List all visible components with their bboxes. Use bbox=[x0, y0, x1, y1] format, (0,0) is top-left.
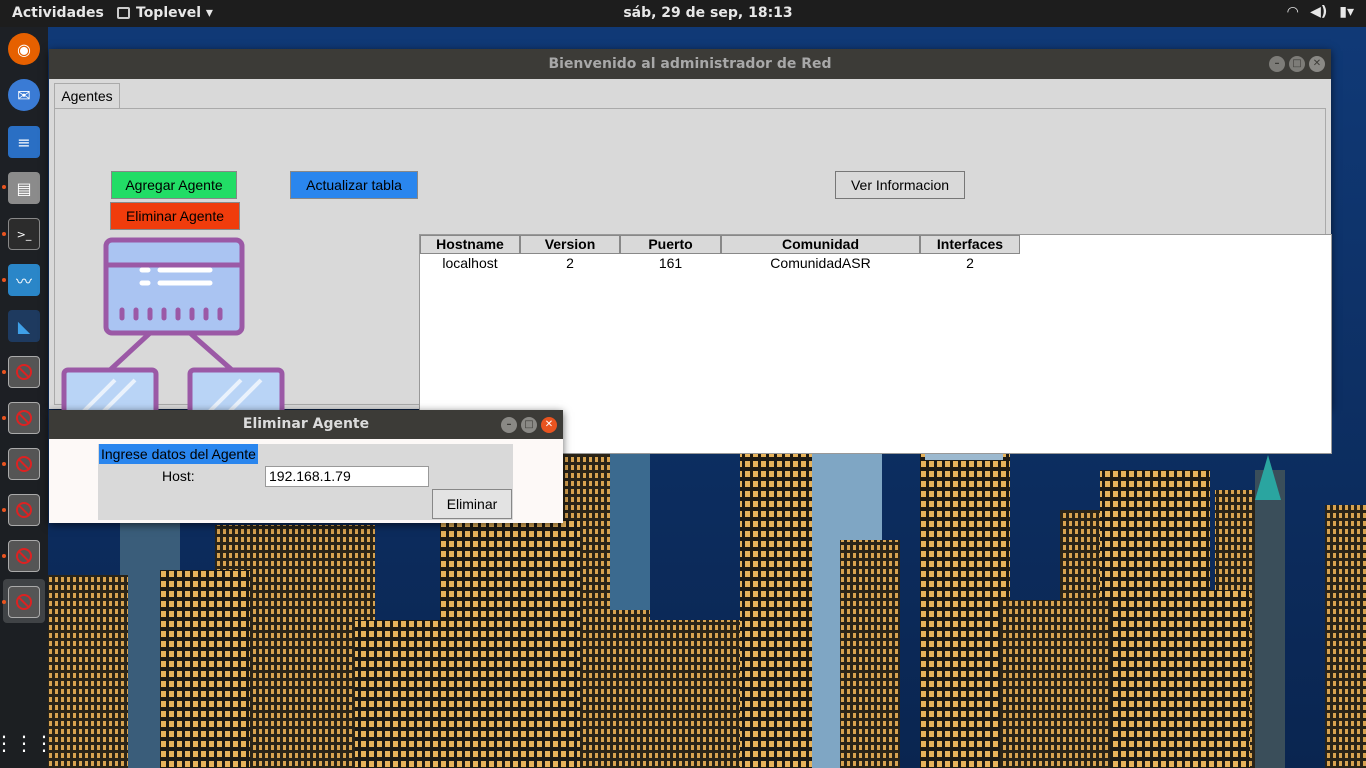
vscode-icon[interactable]: ◣ bbox=[8, 310, 40, 342]
column-header-version[interactable]: Version bbox=[520, 235, 620, 254]
files-icon[interactable]: ▤ bbox=[8, 172, 40, 204]
agent-data-frame: Ingrese datos del Agente Host: 192.168.1… bbox=[98, 444, 513, 520]
writer-icon[interactable]: ≡ bbox=[8, 126, 40, 158]
firefox-icon[interactable]: ◉ bbox=[8, 33, 40, 65]
table-row[interactable]: localhost 2 161 ComunidadASR 2 bbox=[420, 254, 1331, 273]
delete-button[interactable]: Eliminar bbox=[432, 489, 512, 519]
terminal-icon[interactable]: >_ bbox=[8, 218, 40, 250]
tab-content-agentes: Agregar Agente Eliminar Agente Actualiza… bbox=[54, 108, 1332, 454]
running-indicator bbox=[2, 416, 6, 420]
monitor-icon[interactable]: 〰 bbox=[8, 264, 40, 296]
dock: ◉ ✉ ≡ ▤ >_ 〰 ◣ ⋮⋮⋮ bbox=[0, 27, 54, 768]
tk-app-icon[interactable] bbox=[8, 540, 40, 572]
window-controls: – □ ✕ bbox=[1269, 56, 1325, 72]
running-indicator bbox=[2, 462, 6, 466]
tab-agentes[interactable]: Agentes bbox=[54, 83, 120, 109]
dialog-window-controls: – □ ✕ bbox=[501, 417, 557, 433]
main-window-titlebar[interactable]: Bienvenido al administrador de Red – □ ✕ bbox=[49, 49, 1331, 79]
tk-app-icon[interactable] bbox=[8, 448, 40, 480]
cell-interfaces: 2 bbox=[966, 255, 974, 271]
volume-icon: ◀) bbox=[1310, 4, 1328, 20]
column-header-puerto[interactable]: Puerto bbox=[620, 235, 721, 254]
cell-hostname: localhost bbox=[442, 255, 498, 271]
view-info-button[interactable]: Ver Informacion bbox=[835, 171, 965, 199]
main-window-title: Bienvenido al administrador de Red bbox=[548, 56, 832, 72]
minimize-icon[interactable]: – bbox=[1269, 56, 1285, 72]
table-header: Hostname Version Puerto Comunidad Interf… bbox=[420, 235, 1331, 254]
dialog-title: Eliminar Agente bbox=[242, 416, 370, 432]
tk-app-icon[interactable] bbox=[8, 402, 40, 434]
host-input[interactable]: 192.168.1.79 bbox=[265, 466, 429, 487]
refresh-table-button[interactable]: Actualizar tabla bbox=[290, 171, 418, 199]
column-header-interfaces[interactable]: Interfaces bbox=[920, 235, 1020, 254]
app-grid-icon[interactable]: ⋮⋮⋮ bbox=[0, 727, 54, 759]
running-indicator bbox=[2, 370, 6, 374]
running-indicator bbox=[2, 600, 6, 604]
close-icon[interactable]: ✕ bbox=[1309, 56, 1325, 72]
maximize-icon[interactable]: □ bbox=[1289, 56, 1305, 72]
battery-icon: ▮▾ bbox=[1339, 4, 1354, 20]
tk-app-icon[interactable] bbox=[8, 356, 40, 388]
system-tray[interactable]: ◠ ◀) ▮▾ bbox=[1287, 4, 1354, 20]
wifi-icon: ◠ bbox=[1287, 4, 1299, 20]
running-indicator bbox=[2, 508, 6, 512]
maximize-icon[interactable]: □ bbox=[521, 417, 537, 433]
clock[interactable]: sáb, 29 de sep, 18:13 bbox=[0, 5, 1366, 21]
close-icon[interactable]: ✕ bbox=[541, 417, 557, 433]
add-agent-button[interactable]: Agregar Agente bbox=[111, 171, 237, 199]
delete-agent-dialog: Eliminar Agente – □ ✕ Ingrese datos del … bbox=[49, 410, 563, 523]
running-indicator bbox=[2, 232, 6, 236]
cell-comunidad: ComunidadASR bbox=[770, 255, 871, 271]
minimize-icon[interactable]: – bbox=[501, 417, 517, 433]
running-indicator bbox=[2, 185, 6, 189]
delete-agent-button[interactable]: Eliminar Agente bbox=[110, 202, 240, 230]
column-header-comunidad[interactable]: Comunidad bbox=[721, 235, 920, 254]
tk-app-icon[interactable] bbox=[8, 586, 40, 618]
main-window: Bienvenido al administrador de Red – □ ✕… bbox=[49, 49, 1332, 454]
thunderbird-icon[interactable]: ✉ bbox=[8, 79, 40, 111]
column-header-hostname[interactable]: Hostname bbox=[420, 235, 520, 254]
cell-puerto: 161 bbox=[658, 255, 683, 271]
cell-version: 2 bbox=[566, 255, 574, 271]
host-label: Host: bbox=[162, 468, 195, 484]
tk-app-icon[interactable] bbox=[8, 494, 40, 526]
frame-label: Ingrese datos del Agente bbox=[99, 444, 258, 464]
top-bar: Actividades Toplevel ▾ sáb, 29 de sep, 1… bbox=[0, 0, 1366, 27]
running-indicator bbox=[2, 278, 6, 282]
running-indicator bbox=[2, 554, 6, 558]
dialog-titlebar[interactable]: Eliminar Agente – □ ✕ bbox=[49, 410, 563, 439]
